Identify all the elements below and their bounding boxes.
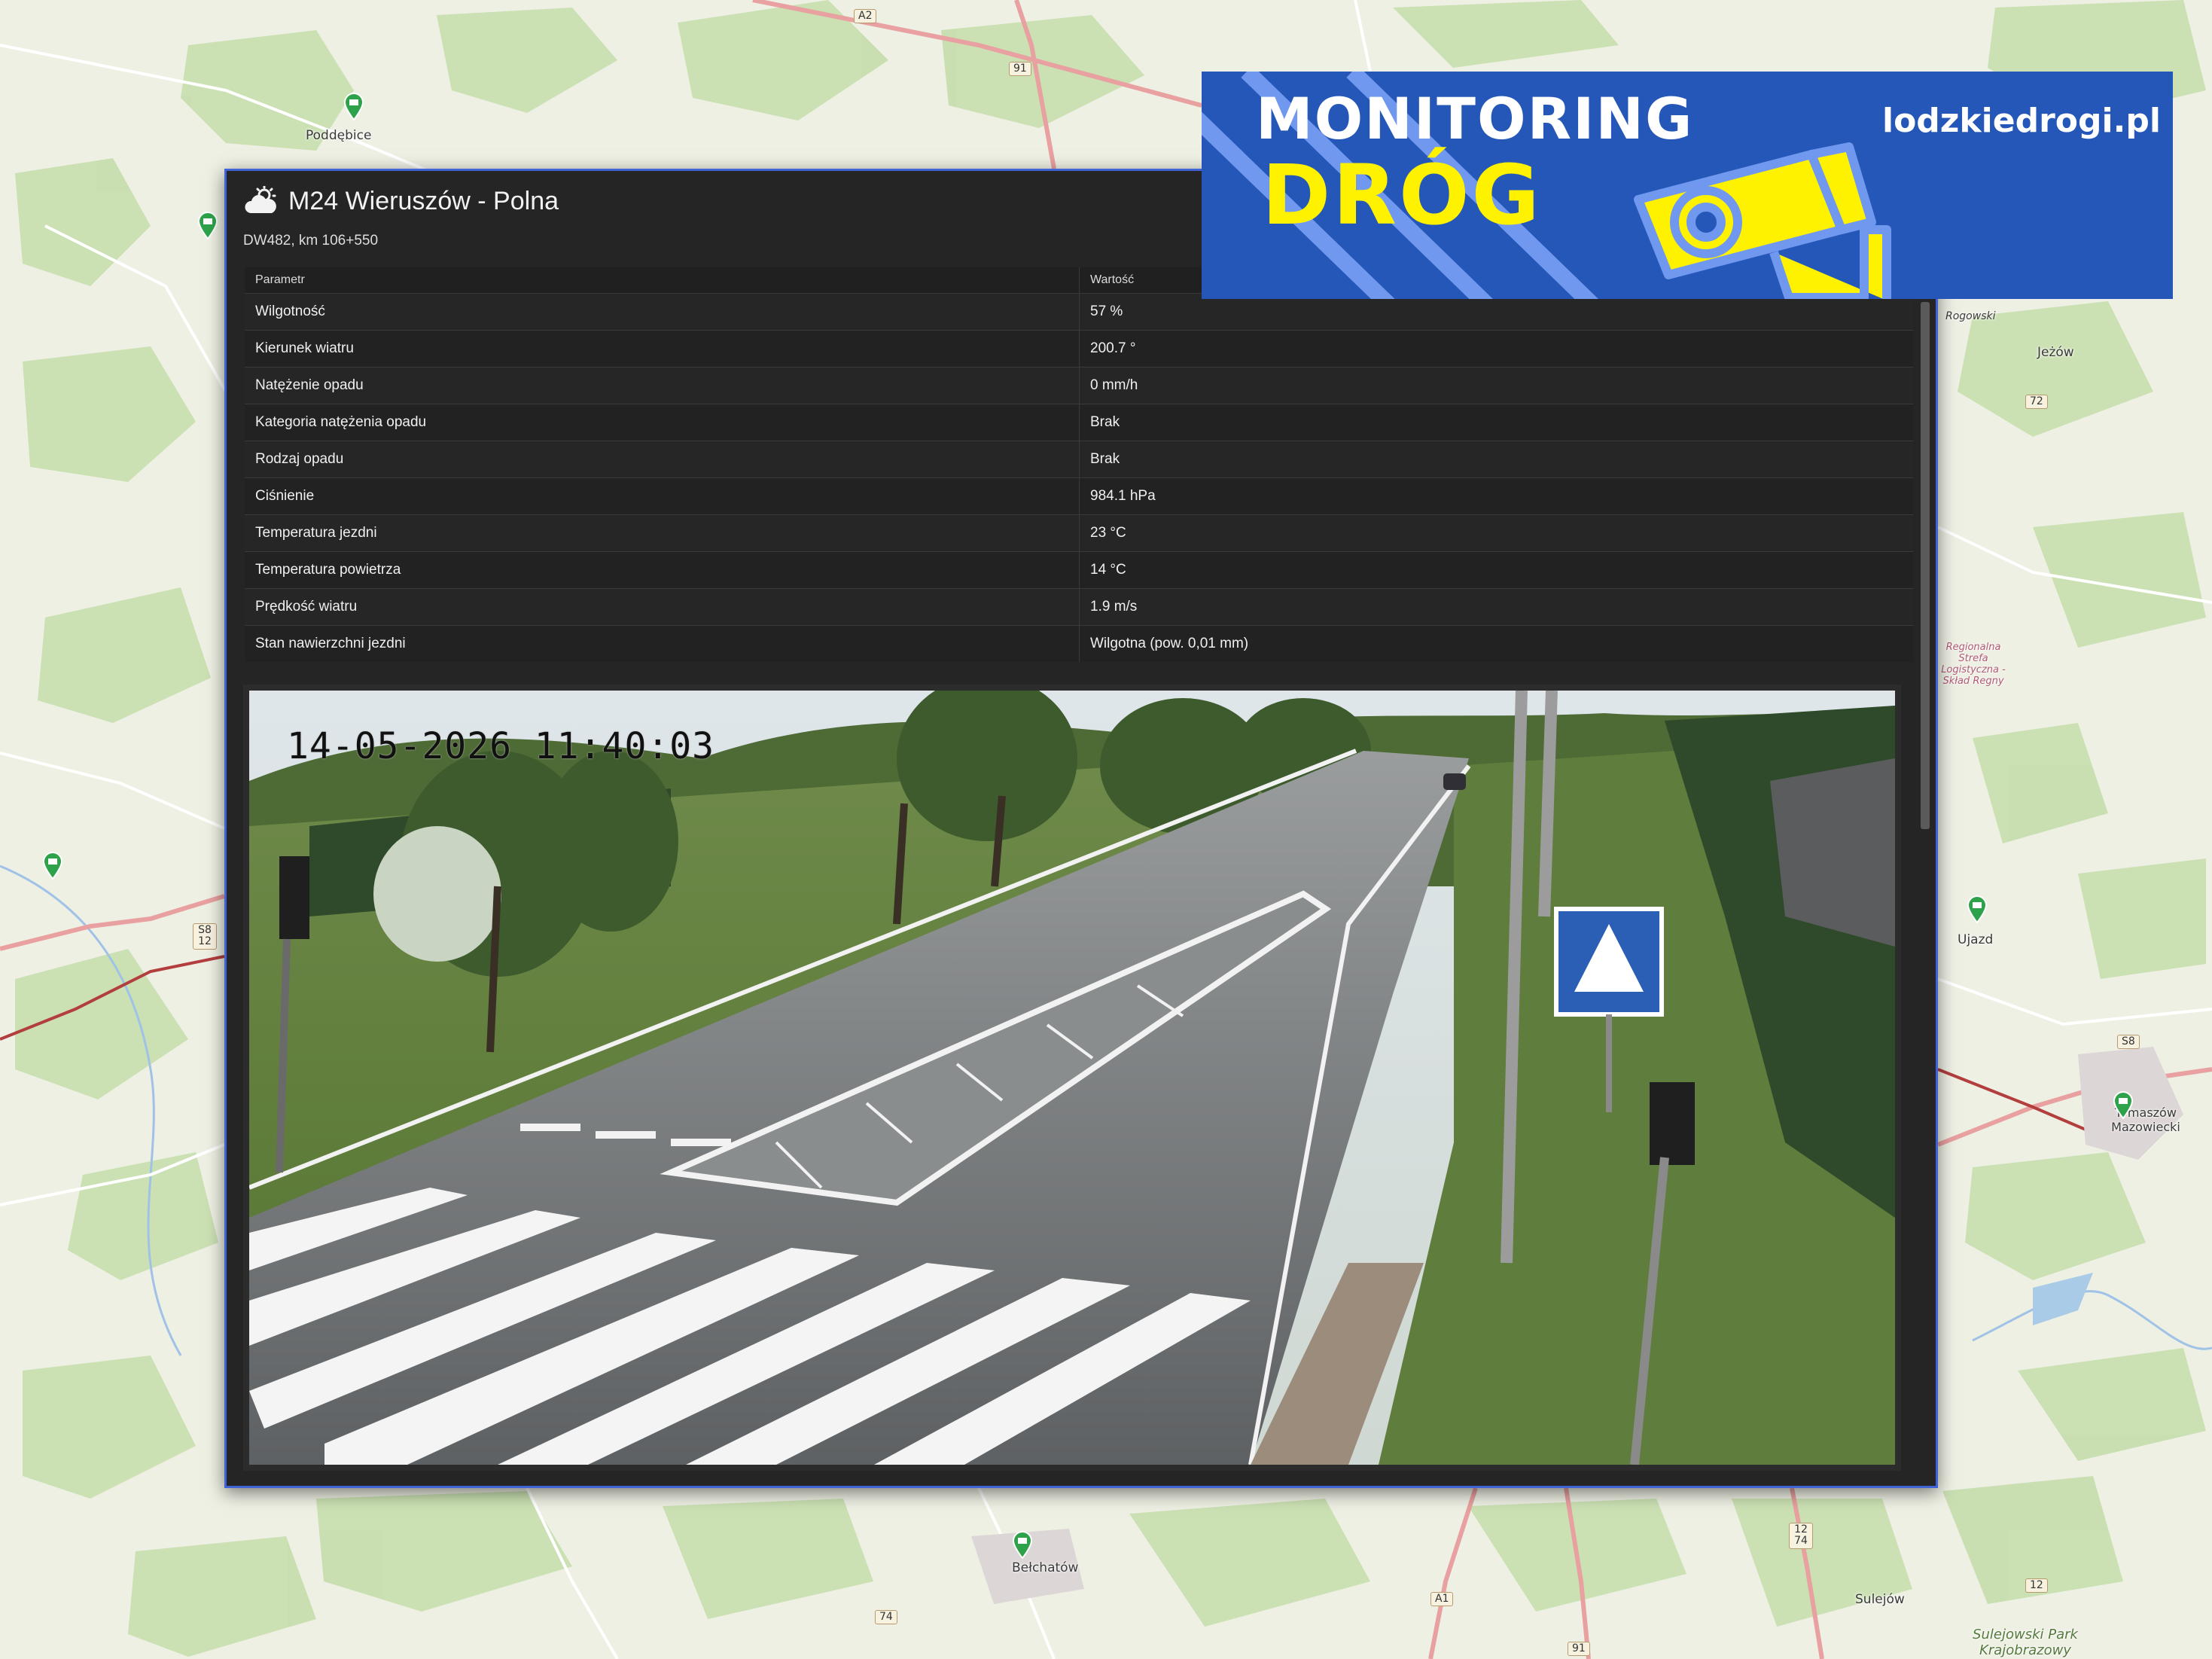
- map-place-label: Sulejów: [1855, 1592, 1905, 1607]
- weather-parameters-table: Parametr Wartość Wilgotność 57 % Kierunek…: [245, 267, 1913, 662]
- station-title: M24 Wieruszów - Polna: [288, 186, 559, 215]
- map-place-label: Poddębice: [306, 128, 372, 143]
- parameter-value: 984.1 hPa: [1079, 477, 1913, 515]
- parameter-value: 1.9 m/s: [1079, 588, 1913, 626]
- table-row: Stan nawierzchni jezdni Wilgotna (pow. 0,…: [245, 625, 1913, 662]
- parameter-value: Brak: [1079, 441, 1913, 478]
- table-row: Ciśnienie 984.1 hPa: [245, 477, 1913, 515]
- road-number: A1: [1430, 1592, 1454, 1607]
- map-place-label: Regionalna Strefa Logistyczna - Skład Re…: [1941, 642, 2006, 687]
- road-number: A2: [854, 9, 877, 24]
- banner-site-link[interactable]: lodzkiedrogi.pl: [1882, 102, 2161, 140]
- map-place-label: Bełchatów: [1012, 1560, 1079, 1575]
- parameter-name: Wilgotność: [245, 293, 1080, 331]
- parameter-name: Natężenie opadu: [245, 367, 1080, 404]
- camera-marker-icon[interactable]: [197, 211, 218, 239]
- table-row: Natężenie opadu 0 mm/h: [245, 367, 1913, 404]
- parameter-name: Temperatura powietrza: [245, 551, 1080, 589]
- parameter-value: 23 °C: [1079, 514, 1913, 552]
- parameter-value: Brak: [1079, 404, 1913, 441]
- camera-marker-icon[interactable]: [1967, 895, 1988, 923]
- camera-timestamp: 14-05-2026 11:40:03: [287, 725, 715, 767]
- table-row: Kierunek wiatru 200.7 °: [245, 330, 1913, 367]
- parameter-name: Temperatura jezdni: [245, 514, 1080, 552]
- camera-marker-icon[interactable]: [42, 851, 63, 880]
- camera-image[interactable]: 14-05-2026 11:40:03: [243, 685, 1901, 1471]
- road-number: 12 74: [1789, 1523, 1813, 1549]
- map-place-label: Sulejowski Park Krajobrazowy: [1973, 1627, 2078, 1658]
- map-place-label: Jeżów: [2037, 345, 2074, 360]
- map-place-label: Ujazd: [1958, 932, 1994, 947]
- table-row: Rodzaj opadu Brak: [245, 441, 1913, 478]
- table-row: Temperatura powietrza 14 °C: [245, 551, 1913, 589]
- parameter-name: Kategoria natężenia opadu: [245, 404, 1080, 441]
- table-row: Prędkość wiatru 1.9 m/s: [245, 588, 1913, 626]
- camera-station-popup: M24 Wieruszów - Polna DW482, km 106+550 …: [224, 169, 1938, 1488]
- parameter-value: 0 mm/h: [1079, 367, 1913, 404]
- road-number: 91: [1009, 62, 1031, 77]
- cctv-camera-icon: [1634, 142, 1891, 299]
- table-row: Kategoria natężenia opadu Brak: [245, 404, 1913, 441]
- station-location: DW482, km 106+550: [243, 233, 379, 249]
- parameter-value: 200.7 °: [1079, 330, 1913, 367]
- monitoring-banner: MONITORING DRÓG lodzkiedrogi.pl: [1202, 72, 2173, 299]
- map-place-label: Tomaszów Mazowiecki: [2111, 1105, 2180, 1134]
- road-number: 12: [2025, 1578, 2048, 1593]
- map-place-label: Rogowski: [1945, 310, 1996, 322]
- parameter-value: Wilgotna (pow. 0,01 mm): [1079, 625, 1913, 662]
- camera-marker-icon[interactable]: [2113, 1090, 2134, 1119]
- road-number: 91: [1568, 1642, 1590, 1657]
- road-number: S8: [2117, 1035, 2140, 1050]
- popup-header: M24 Wieruszów - Polna: [245, 186, 559, 216]
- camera-marker-icon[interactable]: [1012, 1530, 1033, 1559]
- banner-title-line-2: DRÓG: [1262, 147, 1542, 243]
- popup-scrollbar[interactable]: [1921, 302, 1930, 829]
- parameter-name: Stan nawierzchni jezdni: [245, 625, 1080, 662]
- parameter-name: Ciśnienie: [245, 477, 1080, 515]
- parameter-name: Rodzaj opadu: [245, 441, 1080, 478]
- road-camera-snapshot: [249, 691, 1895, 1465]
- road-number: 74: [875, 1610, 897, 1625]
- parameter-value: 14 °C: [1079, 551, 1913, 589]
- parameter-name: Prędkość wiatru: [245, 588, 1080, 626]
- road-number: S8 12: [193, 923, 217, 950]
- column-header-parameter[interactable]: Parametr: [245, 267, 1080, 294]
- road-number: 72: [2025, 395, 2048, 410]
- table-row: Temperatura jezdni 23 °C: [245, 514, 1913, 552]
- weather-cloud-sun-icon: [245, 186, 276, 213]
- parameter-name: Kierunek wiatru: [245, 330, 1080, 367]
- camera-marker-icon[interactable]: [343, 92, 364, 120]
